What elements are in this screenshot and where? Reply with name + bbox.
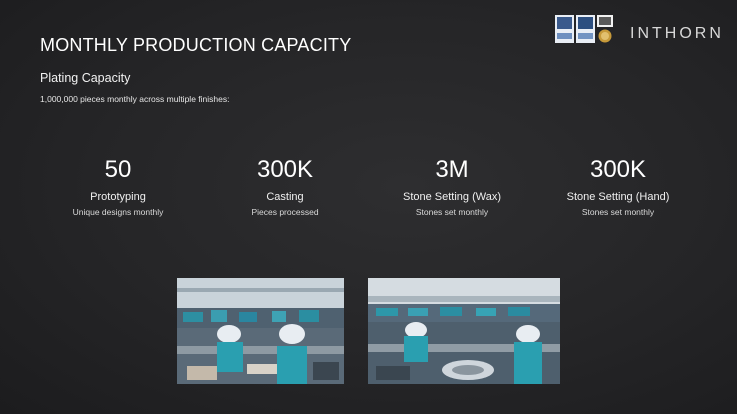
stat-value: 300K [589, 156, 647, 183]
brand-logo: INTHORN [630, 25, 724, 42]
stats-row: 50 Prototyping Unique designs monthly 30… [0, 155, 737, 235]
factory-workers-photo [177, 278, 344, 384]
section-description: 1,000,000 pieces monthly across multiple… [40, 94, 230, 104]
slide: MONTHLY PRODUCTION CAPACITY Plating Capa… [0, 0, 737, 414]
stat-value: 300K [256, 156, 314, 183]
stat-stone-setting-hand: 300K Stone Setting (Hand) Stones set mon… [538, 155, 698, 217]
stat-label: Stone Setting (Hand) [566, 191, 670, 203]
stat-stone-setting-wax: 3M Stone Setting (Wax) Stones set monthl… [372, 155, 532, 217]
stat-value: 50 [104, 156, 132, 183]
stat-prototyping: 50 Prototyping Unique designs monthly [38, 155, 198, 217]
stat-label: Prototyping [90, 191, 146, 203]
stat-value: 3M [435, 156, 469, 183]
factory-floor-photo [368, 278, 560, 384]
stat-label: Stone Setting (Wax) [402, 191, 502, 203]
stat-sub: Pieces processed [251, 207, 319, 217]
section-subtitle: Plating Capacity [40, 71, 131, 85]
stat-sub: Stones set monthly [415, 207, 489, 217]
stat-sub: Unique designs monthly [72, 207, 164, 217]
stat-casting: 300K Casting Pieces processed [205, 155, 365, 217]
certification-logos [555, 15, 615, 45]
stat-sub: Stones set monthly [581, 207, 655, 217]
stat-label: Casting [266, 191, 304, 203]
page-title: MONTHLY PRODUCTION CAPACITY [40, 35, 352, 55]
